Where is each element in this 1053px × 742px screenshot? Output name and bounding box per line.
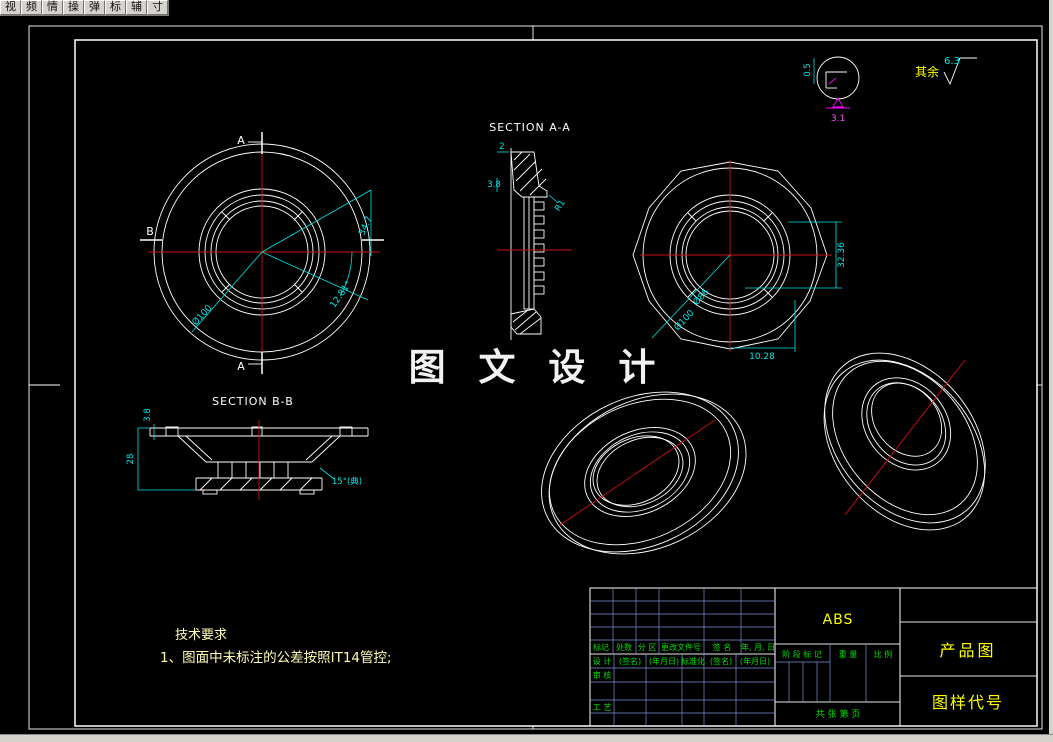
sig-audit-label: 审 核 <box>593 670 612 680</box>
rev-header-date: 年, 月, 日 <box>741 642 775 652</box>
detail-offset-value: 0.5 <box>803 63 813 77</box>
rear-view <box>632 160 842 352</box>
scale-label: 比 例 <box>874 649 893 659</box>
window-border-right <box>1049 0 1053 742</box>
section-aa-view <box>496 148 572 340</box>
dim-rear-width: 10.28 <box>749 352 775 362</box>
sig-date1-label: (年月日) <box>649 656 679 666</box>
menu-item-5[interactable]: 标 <box>105 0 126 15</box>
section-marker-a-bottom: A <box>237 360 245 373</box>
front-view <box>140 132 384 374</box>
cad-application-window: 视 频 情 操 弹 标 辅 寸 A A B 34.7 12.81° Ø100 S… <box>0 0 1053 742</box>
detail-value: 3.1 <box>831 114 845 124</box>
dim-sb-height: 28 <box>126 454 136 465</box>
section-marker-a-top: A <box>237 134 245 147</box>
sig-name2-label: (签名) <box>710 656 732 666</box>
section-aa-title: SECTION A-A <box>489 121 571 134</box>
menu-item-3[interactable]: 操 <box>63 0 84 15</box>
sig-process-label: 工 艺 <box>593 703 612 712</box>
finish-rest-value: 6.3 <box>944 56 960 67</box>
tech-req-title: 技术要求 <box>175 628 227 643</box>
rev-header-doc: 更改文件号 <box>661 642 701 652</box>
dim-front-length: 34.7 <box>357 215 375 237</box>
sheet-info-label: 共 张 第 页 <box>816 708 861 720</box>
watermark-text: 图 文 设 计 <box>409 346 666 389</box>
sig-std-label: 标准化 <box>681 656 705 666</box>
menu-item-6[interactable]: 辅 <box>126 0 147 15</box>
tech-req-line1: 1、图面中未标注的公差按照IT14管控; <box>160 650 392 666</box>
dim-sb-angle: 15°(典) <box>332 476 362 487</box>
dim-sb-wall: 3.8 <box>143 408 153 422</box>
finish-rest-label: 其余 <box>915 64 939 79</box>
dim-sa-top: 2 <box>499 142 504 152</box>
window-border-bottom <box>0 734 1053 742</box>
sig-date2-label: (年月日) <box>740 656 770 666</box>
doc-code-title: 图样代号 <box>932 693 1004 712</box>
menu-item-0[interactable]: 视 <box>0 0 21 15</box>
rev-header-zone: 分 区 <box>638 643 657 652</box>
menu-item-1[interactable]: 频 <box>21 0 42 15</box>
section-bb-title: SECTION B-B <box>212 395 294 408</box>
material-value: ABS <box>823 612 854 628</box>
sig-name1-label: (签名) <box>619 656 641 666</box>
section-marker-b-left: B <box>146 225 154 238</box>
section-bb-view <box>137 420 369 500</box>
dim-rear-height: 32.36 <box>837 242 847 268</box>
doc-type-title: 产品图 <box>939 641 996 660</box>
weight-label: 重 量 <box>839 649 858 659</box>
rev-header-count: 处数 <box>616 642 632 652</box>
menu-bar: 视 频 情 操 弹 标 辅 寸 <box>0 0 169 16</box>
iso-view-front <box>541 391 747 555</box>
menu-item-2[interactable]: 情 <box>42 0 63 15</box>
drawing-canvas: A A B 34.7 12.81° Ø100 SECTION A-A 2 3.8… <box>28 25 1043 730</box>
rev-header-mark: 标记 <box>593 642 609 652</box>
sig-design-label: 设 计 <box>593 656 612 666</box>
dim-sa-wall: 3.8 <box>487 180 501 190</box>
dim-front-diameter: Ø100 <box>190 302 215 327</box>
menu-item-4[interactable]: 弹 <box>84 0 105 15</box>
menu-item-7[interactable]: 寸 <box>147 0 168 15</box>
iso-view-back <box>823 352 986 531</box>
rev-header-sign: 签 名 <box>713 642 732 652</box>
stage-mark-label: 阶 段 标 记 <box>782 649 822 659</box>
